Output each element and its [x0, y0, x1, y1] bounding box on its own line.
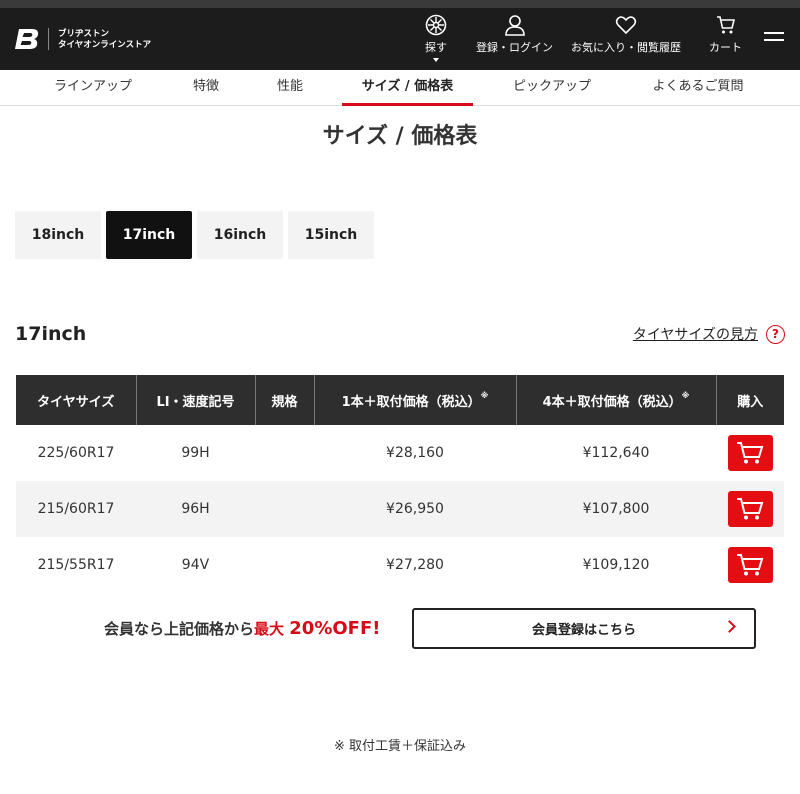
- table-row: 215/60R17 96H ¥26,950 ¥107,800: [16, 481, 784, 537]
- tab-17inch[interactable]: 17inch: [106, 211, 192, 259]
- brand-line-2: タイヤオンラインストア: [58, 40, 152, 50]
- subnav-features[interactable]: 特徴: [166, 70, 246, 106]
- subnav-pickup[interactable]: ピックアップ: [492, 70, 612, 106]
- help-link-text[interactable]: タイヤサイズの見方: [633, 324, 758, 344]
- note-mark: ※: [681, 390, 690, 400]
- cart-icon: [716, 16, 735, 34]
- cell-li-speed: 96H: [136, 481, 255, 537]
- cell-price-1: ¥27,280: [386, 557, 444, 573]
- tab-16inch[interactable]: 16inch: [197, 211, 283, 259]
- add-to-cart-button[interactable]: [727, 491, 773, 527]
- cell-price-1: ¥28,160: [386, 445, 444, 461]
- cell-spec: [255, 425, 314, 481]
- subnav-size-price[interactable]: サイズ / 価格表: [342, 70, 473, 106]
- promo-text: 会員なら上記価格から: [104, 620, 255, 638]
- cart-icon: [737, 442, 764, 464]
- cell-purchase: [716, 425, 784, 481]
- page-title: サイズ / 価格表: [322, 124, 478, 149]
- nav-cart-label: カート: [709, 41, 742, 54]
- cell-price-4: ¥112,640: [582, 445, 650, 461]
- price-table: タイヤサイズ LI・速度記号 規格 1本＋取付価格（税込）※ 4本＋取付価格（税…: [16, 375, 784, 593]
- table-row: 215/55R17 94V ¥27,280 ¥109,120: [16, 537, 784, 593]
- cell-spec: [255, 481, 314, 537]
- promo-discount: 20%OFF!: [289, 618, 381, 639]
- header-price-1-label: 1本＋取付価格（税込）: [341, 394, 481, 410]
- table-header-row: タイヤサイズ LI・速度記号 規格 1本＋取付価格（税込）※ 4本＋取付価格（税…: [16, 375, 784, 425]
- cart-icon: [737, 498, 764, 520]
- hamburger-menu-icon[interactable]: [764, 32, 784, 46]
- brand-name[interactable]: ブリヂストン タイヤオンラインストア: [58, 29, 151, 51]
- header-li-speed: LI・速度記号: [136, 375, 256, 425]
- subnav-faq[interactable]: よくあるご質問: [628, 70, 768, 106]
- price-footnote: ※ 取付工賃＋保証込み: [333, 739, 467, 754]
- logo-separator: [48, 28, 49, 50]
- cell-price-1: ¥26,950: [314, 481, 516, 537]
- cell-spec: [255, 537, 314, 593]
- nav-search[interactable]: 探す: [425, 14, 447, 62]
- section-title: 17inch: [15, 323, 87, 345]
- site-header: ブリヂストン タイヤオンラインストア 探す 登録・ログイン お気に入り・閲覧履歴…: [0, 8, 800, 70]
- subnav-performance[interactable]: 性能: [250, 70, 330, 106]
- nav-favorites[interactable]: お気に入り・閲覧履歴: [571, 14, 681, 55]
- member-register-button[interactable]: 会員登録はこちら: [412, 608, 756, 649]
- question-icon[interactable]: ?: [766, 324, 785, 344]
- chevron-right-icon: [723, 620, 736, 633]
- nav-login[interactable]: 登録・ログイン: [476, 14, 553, 55]
- caret-down-icon: [433, 58, 439, 62]
- add-to-cart-button[interactable]: [727, 547, 773, 583]
- heart-icon: [615, 16, 637, 35]
- member-register-label: 会員登録はこちら: [531, 623, 636, 638]
- member-discount-promo: 会員なら上記価格から最大 20%OFF!: [104, 618, 380, 639]
- header-price-4: 4本＋取付価格（税込）※: [516, 375, 717, 425]
- add-to-cart-button[interactable]: [727, 435, 773, 471]
- note-mark: ※: [480, 390, 489, 400]
- cell-tire-size: 215/55R17: [37, 557, 115, 573]
- tire-size-help-link[interactable]: タイヤサイズの見方 ?: [633, 324, 785, 344]
- tab-15inch[interactable]: 15inch: [288, 211, 374, 259]
- tire-icon: [425, 14, 447, 36]
- header-spec: 規格: [255, 375, 315, 425]
- top-strip: [0, 0, 800, 8]
- cell-purchase: [716, 537, 784, 593]
- cell-li-speed: 94V: [181, 557, 210, 573]
- nav-login-label: 登録・ログイン: [476, 41, 553, 54]
- header-purchase: 購入: [716, 375, 784, 425]
- header-tire-size: タイヤサイズ: [16, 375, 137, 425]
- bridgestone-logo-icon[interactable]: [15, 27, 41, 51]
- cell-tire-size: 215/60R17: [16, 481, 136, 537]
- cell-price-4: ¥107,800: [516, 481, 716, 537]
- nav-search-label: 探す: [425, 41, 447, 54]
- brand-line-1: ブリヂストン: [58, 29, 110, 39]
- header-price-4-label: 4本＋取付価格（税込）: [542, 394, 682, 410]
- cell-tire-size: 225/60R17: [37, 445, 115, 461]
- size-tabs: 18inch 17inch 16inch 15inch: [15, 211, 374, 259]
- cell-li-speed: 99H: [181, 445, 210, 461]
- nav-favorites-label: お気に入り・閲覧履歴: [571, 41, 681, 54]
- promo-max: 最大: [254, 620, 285, 638]
- nav-cart[interactable]: カート: [709, 14, 742, 55]
- cell-purchase: [716, 481, 784, 537]
- subnav-lineup[interactable]: ラインアップ: [33, 70, 153, 106]
- section-nav: ラインアップ 特徴 性能 サイズ / 価格表 ピックアップ よくあるご質問: [0, 70, 800, 106]
- cart-icon: [737, 554, 764, 576]
- user-icon: [504, 15, 525, 36]
- cell-price-4: ¥109,120: [582, 557, 650, 573]
- header-price-1: 1本＋取付価格（税込）※: [314, 375, 517, 425]
- tab-18inch[interactable]: 18inch: [15, 211, 101, 259]
- table-row: 225/60R17 99H ¥28,160 ¥112,640: [16, 425, 784, 481]
